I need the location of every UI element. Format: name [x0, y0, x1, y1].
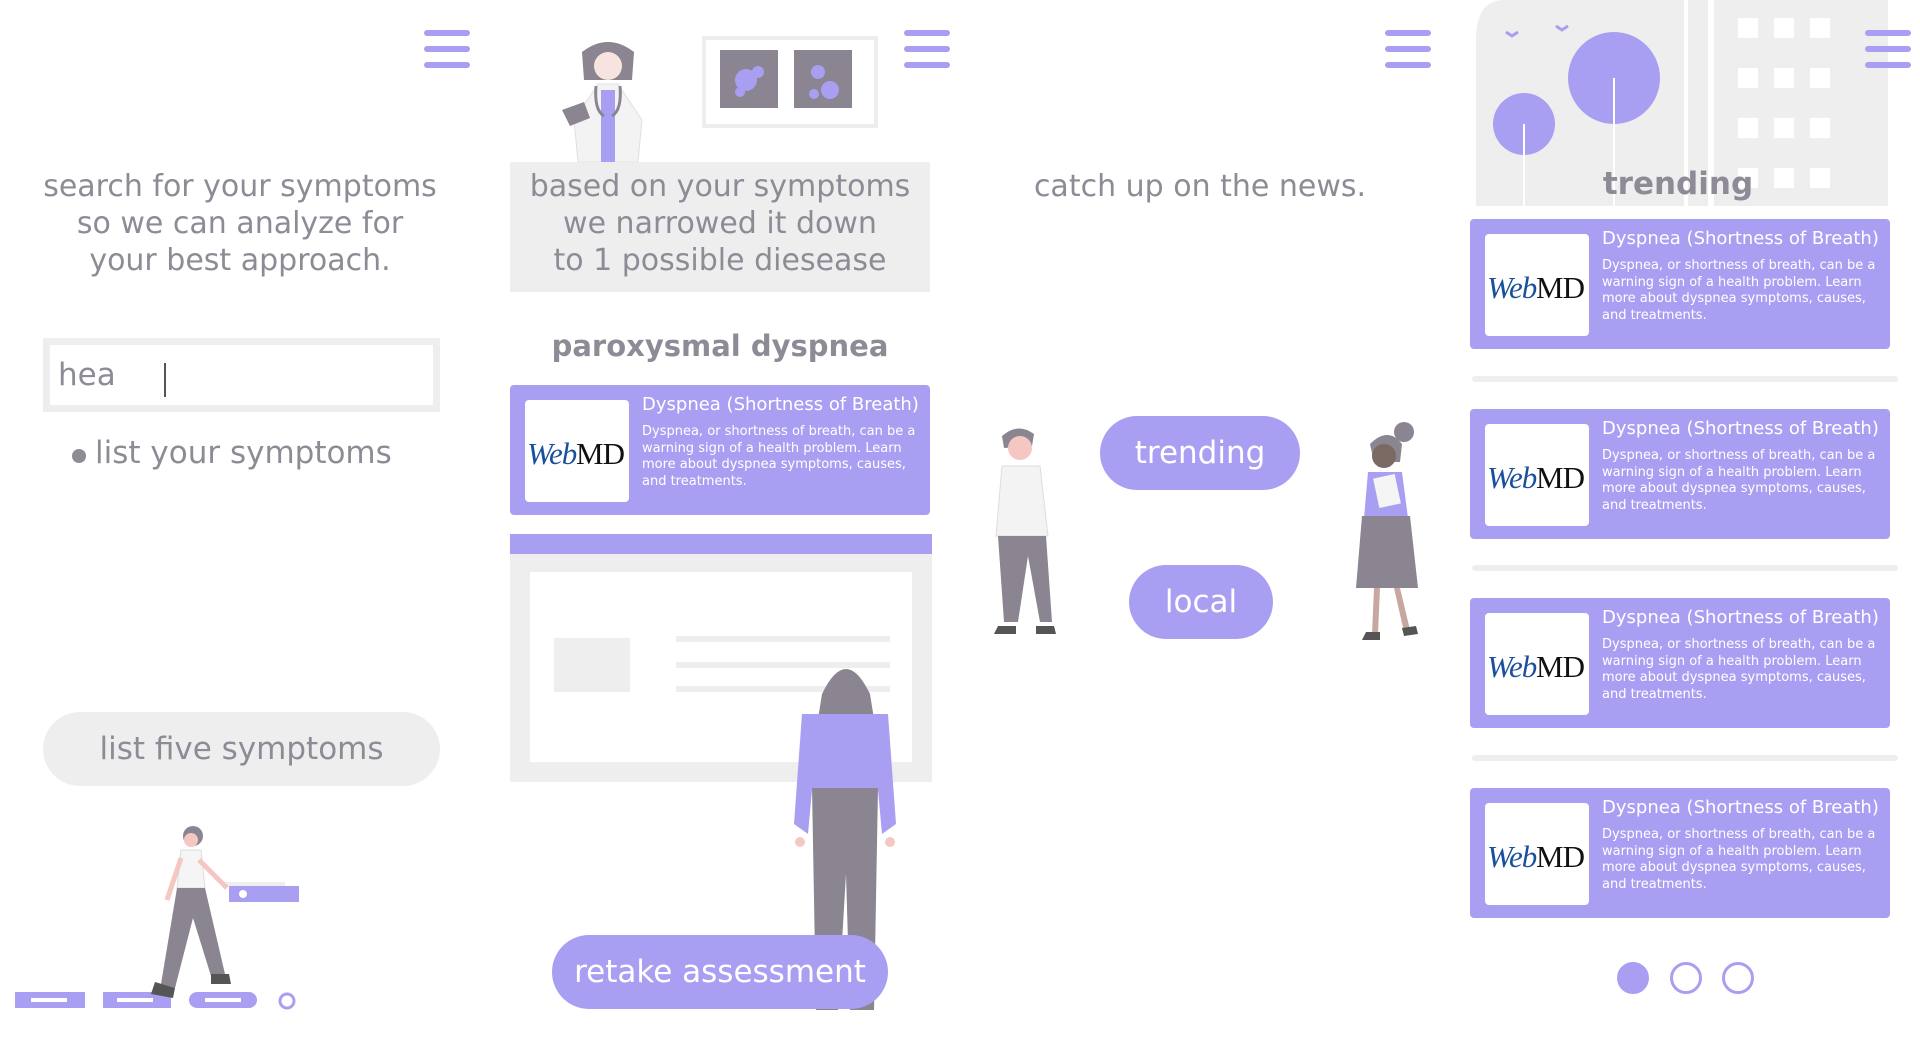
trending-article-card[interactable]: Web MD Dyspnea (Shortness of Breath) Dysp…: [1470, 409, 1890, 539]
xray-illustration: [702, 36, 878, 128]
webmd-logo: Web MD: [525, 400, 629, 502]
pagination-dot-3[interactable]: [1722, 962, 1754, 994]
button-label: local: [1164, 584, 1238, 620]
heading-line: to 1 possible diesease: [553, 243, 887, 278]
card-description: Dyspnea, or shortness of breath, can be …: [1602, 637, 1876, 702]
retake-assessment-button[interactable]: retake assessment: [552, 935, 888, 1009]
trending-article-card[interactable]: Web MD Dyspnea (Shortness of Breath) Dysp…: [1470, 219, 1890, 349]
menu-icon[interactable]: [1865, 30, 1911, 68]
heading-line: so we can analyze for: [76, 206, 404, 241]
button-label: retake assessment: [574, 954, 866, 990]
walking-woman-illustration: [15, 826, 299, 1010]
card-divider: [1472, 755, 1898, 761]
disease-name: paroxysmal dyspnea: [551, 329, 889, 363]
diagnosis-heading: based on your symptoms we narrowed it do…: [510, 168, 930, 279]
button-label: trending: [1134, 435, 1266, 471]
bullet-dot-icon: [72, 449, 86, 463]
heading-line: search for your symptoms: [43, 169, 437, 204]
man-illustration: [994, 428, 1056, 634]
heading-line: we narrowed it down: [563, 206, 877, 241]
webmd-logo: Web MD: [1485, 613, 1589, 715]
webmd-logo: Web MD: [1485, 424, 1589, 526]
card-divider: [1472, 565, 1898, 571]
card-divider: [1472, 376, 1898, 382]
trending-news-button[interactable]: trending: [1100, 416, 1300, 490]
doctor-illustration: [562, 42, 643, 162]
card-title: Dyspnea (Shortness of Breath): [1602, 228, 1879, 249]
card-title: Dyspnea (Shortness of Breath): [1602, 797, 1879, 818]
trending-article-card[interactable]: Web MD Dyspnea (Shortness of Breath) Dysp…: [1470, 598, 1890, 728]
list-five-symptoms-button[interactable]: list five symptoms: [43, 712, 440, 786]
webmd-logo: Web MD: [1485, 803, 1589, 905]
trending-article-card[interactable]: Web MD Dyspnea (Shortness of Breath) Dysp…: [1470, 788, 1890, 918]
button-label: list five symptoms: [99, 731, 384, 767]
search-heading: search for your symptoms so we can analy…: [20, 168, 460, 279]
symptom-list-item: list your symptoms: [95, 435, 392, 471]
pagination-dot-1[interactable]: [1617, 962, 1649, 994]
heading-line: based on your symptoms: [529, 169, 911, 204]
search-input-value[interactable]: hea: [58, 357, 116, 393]
card-description: Dyspnea, or shortness of breath, can be …: [1602, 258, 1876, 323]
menu-icon[interactable]: [1385, 30, 1431, 68]
menu-icon[interactable]: [424, 30, 470, 68]
trending-heading: trending: [1602, 166, 1754, 202]
card-description: Dyspnea, or shortness of breath, can be …: [1602, 827, 1876, 892]
disease-article-card[interactable]: Web MD Dyspnea (Shortness of Breath) Dysp…: [510, 385, 930, 515]
menu-icon[interactable]: [904, 30, 950, 68]
heading-line: your best approach.: [89, 243, 391, 278]
card-title: Dyspnea (Shortness of Breath): [1602, 418, 1879, 439]
woman-reading-illustration: [1356, 422, 1418, 640]
card-description: Dyspnea, or shortness of breath, can be …: [1602, 448, 1876, 513]
news-heading: catch up on the news.: [1033, 169, 1367, 204]
card-description: Dyspnea, or shortness of breath, can be …: [642, 424, 916, 489]
webmd-logo: Web MD: [1485, 234, 1589, 336]
card-title: Dyspnea (Shortness of Breath): [642, 394, 919, 415]
text-caret: [164, 363, 166, 397]
symptom-search-input[interactable]: hea: [43, 338, 440, 412]
pagination-dot-2[interactable]: [1670, 962, 1702, 994]
card-title: Dyspnea (Shortness of Breath): [1602, 607, 1879, 628]
local-news-button[interactable]: local: [1129, 565, 1273, 639]
